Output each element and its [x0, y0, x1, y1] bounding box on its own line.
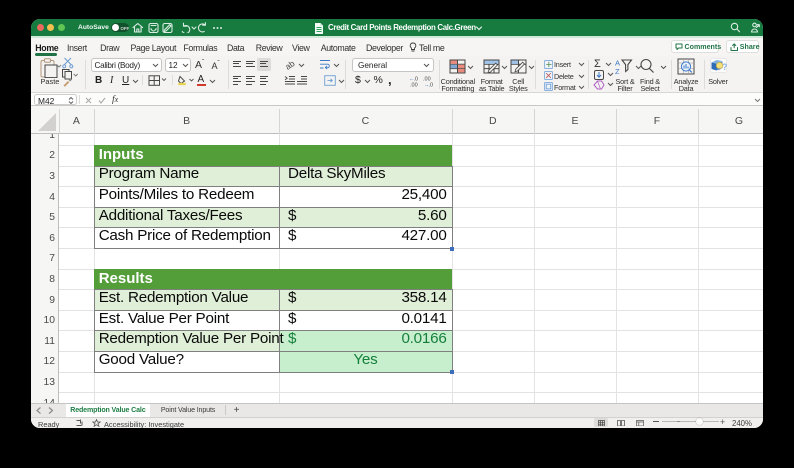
- svg-text:?: ?: [722, 62, 727, 72]
- svg-text:.00: .00: [410, 83, 418, 88]
- svg-text:Z: Z: [615, 67, 620, 75]
